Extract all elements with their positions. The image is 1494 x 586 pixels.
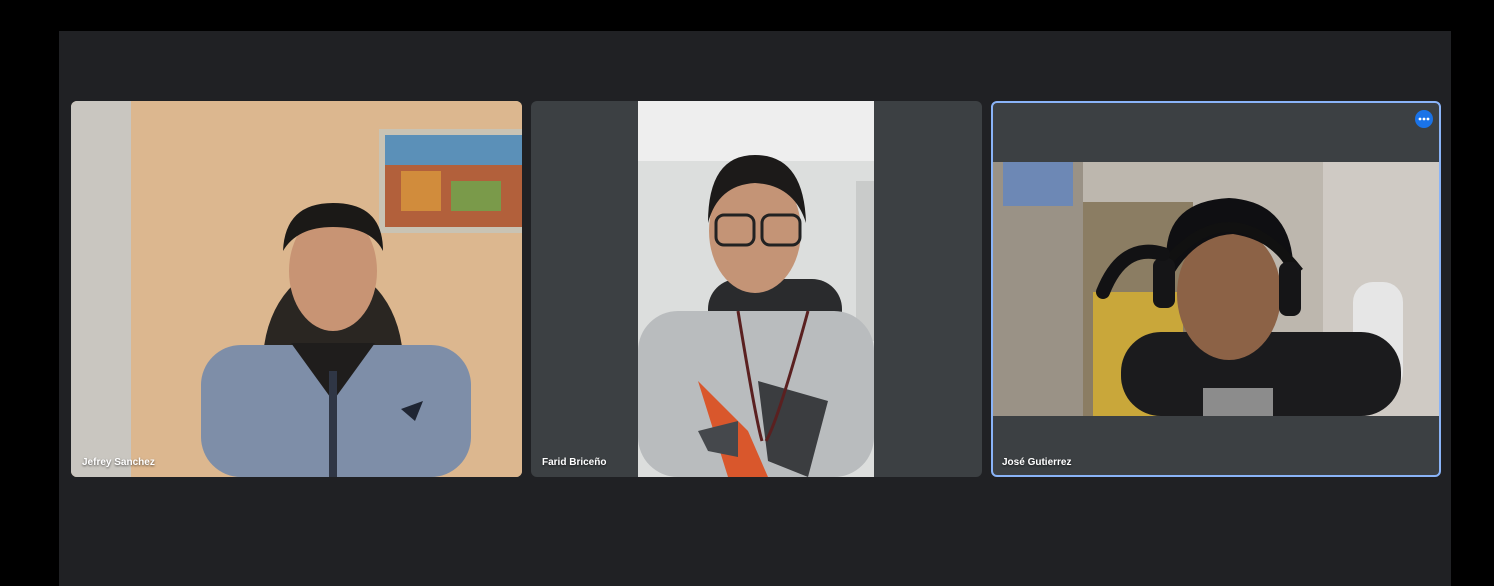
participant-name: Jefrey Sanchez (82, 457, 155, 468)
participant-tile-jose-gutierrez[interactable]: José Gutierrez (991, 101, 1441, 477)
participant-video-frame (993, 162, 1439, 416)
more-horiz-icon (1418, 117, 1430, 121)
participant-video-frame (638, 101, 874, 477)
more-options-button[interactable] (1415, 110, 1433, 128)
participant-video-frame (71, 101, 522, 477)
participant-tile-jefrey-sanchez[interactable]: Jefrey Sanchez (71, 101, 522, 477)
participant-name: José Gutierrez (1002, 457, 1072, 468)
participant-video (993, 162, 1439, 416)
participant-tile-farid-briceno[interactable]: Farid Briceño (531, 101, 982, 477)
participant-name: Farid Briceño (542, 457, 607, 468)
participant-video (638, 101, 874, 477)
participant-video (71, 101, 522, 477)
